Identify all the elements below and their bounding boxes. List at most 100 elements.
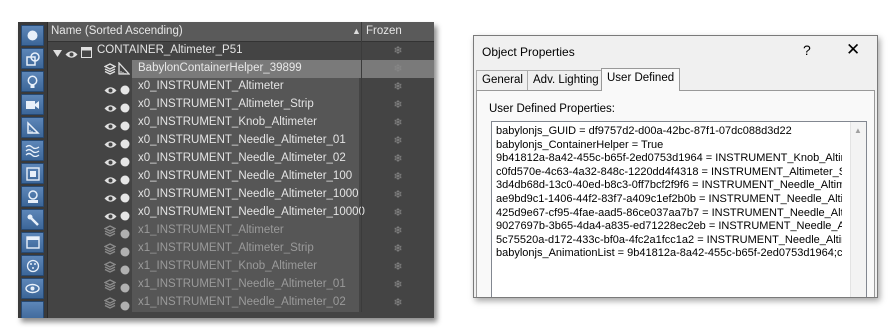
tree-row[interactable]: x0_INSTRUMENT_Needle_Altimeter_100 ❄ <box>48 168 434 186</box>
frozen-toggle[interactable]: ❄ <box>362 186 434 204</box>
xref-filter-button[interactable] <box>21 186 44 207</box>
tree-row[interactable]: x1_INSTRUMENT_Knob_Altimeter ❄ <box>48 258 434 276</box>
bone-icon <box>26 213 40 227</box>
shapes-icon <box>25 51 40 66</box>
snowflake-icon: ❄ <box>393 62 403 75</box>
bone-filter-button[interactable] <box>21 209 44 230</box>
tree-row-container[interactable]: CONTAINER_Altimeter_P51 ❄ <box>48 42 434 60</box>
frozen-toggle[interactable]: ❄ <box>362 150 434 168</box>
frozen-toggle[interactable]: ❄ <box>362 60 434 78</box>
snowflake-icon: ❄ <box>393 260 403 273</box>
property-line: 9027697b-3b65-4da4-a835-ed71228ec2eb = I… <box>496 220 842 233</box>
tab-user-defined[interactable]: User Defined <box>601 68 681 91</box>
snowflake-icon: ❄ <box>393 278 403 291</box>
property-line: babylonjs_GUID = df9757d2-d00a-42bc-87f1… <box>496 125 792 137</box>
scene-explorer-panel: Name (Sorted Ascending) ▲ Frozen CONTAIN… <box>18 22 434 318</box>
snowflake-icon: ❄ <box>393 98 403 111</box>
tree-row[interactable]: x1_INSTRUMENT_Needle_Altimeter_02 ❄ <box>48 294 434 312</box>
tab-adv-lighting-label: Adv. Lighting <box>533 74 599 86</box>
tree-row-label: x0_INSTRUMENT_Needle_Altimeter_10000 <box>138 206 365 218</box>
frozen-toggle[interactable]: ❄ <box>362 96 434 114</box>
tab-general[interactable]: General <box>476 70 529 90</box>
tree-row-label: x0_INSTRUMENT_Altimeter_Strip <box>138 98 314 110</box>
name-column-header[interactable]: Name (Sorted Ascending) <box>51 25 183 37</box>
tree-row-label: x1_INSTRUMENT_Altimeter <box>138 224 284 236</box>
spacewarp-filter-button[interactable] <box>21 140 44 161</box>
more-filter-button[interactable] <box>21 301 44 318</box>
frozen-toggle[interactable]: ❄ <box>362 258 434 276</box>
user-defined-properties-textarea[interactable]: babylonjs_GUID = df9757d2-d00a-42bc-87f1… <box>491 121 867 297</box>
tree-row[interactable]: x1_INSTRUMENT_Altimeter ❄ <box>48 222 434 240</box>
snowflake-icon: ❄ <box>393 134 403 147</box>
frozen-toggle[interactable]: ❄ <box>362 78 434 96</box>
tree-row-label: x1_INSTRUMENT_Knob_Altimeter <box>138 260 317 272</box>
user-defined-tab-panel: User Defined Properties: babylonjs_GUID … <box>476 90 875 297</box>
vertical-scrollbar[interactable]: ▲ <box>850 122 866 297</box>
tree-row-label: BabylonContainerHelper_39899 <box>138 62 302 74</box>
tree-row[interactable]: x0_INSTRUMENT_Needle_Altimeter_01 ❄ <box>48 132 434 150</box>
tab-adv-lighting[interactable]: Adv. Lighting <box>527 70 605 90</box>
lightbulb-filter-button[interactable] <box>21 71 44 92</box>
circle-filter-button[interactable] <box>21 25 44 46</box>
shapes-filter-button[interactable] <box>21 48 44 69</box>
frozen-toggle[interactable]: ❄ <box>362 276 434 294</box>
tree-row-label: x0_INSTRUMENT_Needle_Altimeter_01 <box>138 134 346 146</box>
tree-row[interactable]: x0_INSTRUMENT_Needle_Altimeter_02 ❄ <box>48 150 434 168</box>
tree-row-label: x1_INSTRUMENT_Needle_Altimeter_01 <box>138 278 346 290</box>
snowflake-icon: ❄ <box>393 44 403 57</box>
tree-row[interactable]: x1_INSTRUMENT_Needle_Altimeter_01 ❄ <box>48 276 434 294</box>
container-filter-button[interactable] <box>21 232 44 253</box>
frozen-toggle[interactable]: ❄ <box>362 240 434 258</box>
snowflake-icon: ❄ <box>393 80 403 93</box>
tree-row-label: x0_INSTRUMENT_Needle_Altimeter_02 <box>138 152 346 164</box>
frozen-toggle[interactable]: ❄ <box>362 222 434 240</box>
frozen-toggle[interactable]: ❄ <box>362 204 434 222</box>
property-line: c0fd570e-4c63-4a32-848c-1220dd4f4318 = I… <box>496 165 842 178</box>
layer-stack-icon[interactable] <box>103 296 117 314</box>
particle-filter-button[interactable] <box>21 255 44 276</box>
display-icon <box>25 283 40 294</box>
snowflake-icon: ❄ <box>393 116 403 129</box>
tree-row[interactable]: x1_INSTRUMENT_Altimeter_Strip ❄ <box>48 240 434 258</box>
tree-row-label: x1_INSTRUMENT_Needle_Altimeter_02 <box>138 296 346 308</box>
tab-user-defined-label: User Defined <box>607 72 675 84</box>
tree-row[interactable]: x0_INSTRUMENT_Knob_Altimeter ❄ <box>48 114 434 132</box>
particle-icon <box>26 259 40 273</box>
frozen-toggle[interactable]: ❄ <box>362 42 434 60</box>
tree-row[interactable]: x0_INSTRUMENT_Altimeter_Strip ❄ <box>48 96 434 114</box>
tree-row-label: x0_INSTRUMENT_Altimeter <box>138 80 284 92</box>
property-line: babylonjs_ContainerHelper = True <box>496 138 664 151</box>
snowflake-icon: ❄ <box>393 170 403 183</box>
spacewarp-icon <box>25 144 40 157</box>
column-header-bar: Name (Sorted Ascending) ▲ Frozen <box>48 22 434 42</box>
tree-row[interactable]: x0_INSTRUMENT_Needle_Altimeter_10000 ❄ <box>48 204 434 222</box>
circle-icon <box>26 29 39 42</box>
property-line: 3d4db68d-13c0-40ed-b8c3-0ff7bcf2f9f6 = I… <box>496 179 842 192</box>
snowflake-icon: ❄ <box>393 242 403 255</box>
column-divider[interactable] <box>361 22 362 42</box>
help-icon[interactable]: ? <box>803 42 811 58</box>
frozen-toggle[interactable]: ❄ <box>362 132 434 150</box>
dialog-title: Object Properties <box>482 45 575 59</box>
explorer-toolbar <box>18 22 48 318</box>
snowflake-icon: ❄ <box>393 206 403 219</box>
camera-filter-button[interactable] <box>21 94 44 115</box>
user-defined-properties-label: User Defined Properties: <box>489 103 615 115</box>
tree-row[interactable]: BabylonContainerHelper_39899 ❄ <box>48 60 434 78</box>
sort-ascending-icon: ▲ <box>352 26 361 36</box>
frozen-toggle[interactable]: ❄ <box>362 294 434 312</box>
dialog-tabs: General Adv. Lighting User Defined <box>476 68 876 91</box>
helper-icon <box>26 120 40 135</box>
group-filter-button[interactable] <box>21 163 44 184</box>
tree-row[interactable]: x0_INSTRUMENT_Altimeter ❄ <box>48 78 434 96</box>
close-icon[interactable]: ✕ <box>846 40 860 60</box>
frozen-toggle[interactable]: ❄ <box>362 114 434 132</box>
tree-row[interactable]: x0_INSTRUMENT_Needle_Altimeter_1000 ❄ <box>48 186 434 204</box>
frozen-toggle[interactable]: ❄ <box>362 168 434 186</box>
tree-row-label: x0_INSTRUMENT_Needle_Altimeter_1000 <box>138 188 359 200</box>
tree-row-label: x0_INSTRUMENT_Needle_Altimeter_100 <box>138 170 353 182</box>
helper-filter-button[interactable] <box>21 117 44 138</box>
scroll-up-arrow-icon[interactable]: ▲ <box>854 126 862 135</box>
frozen-column-header[interactable]: Frozen <box>366 25 402 37</box>
display-filter-button[interactable] <box>21 278 44 299</box>
